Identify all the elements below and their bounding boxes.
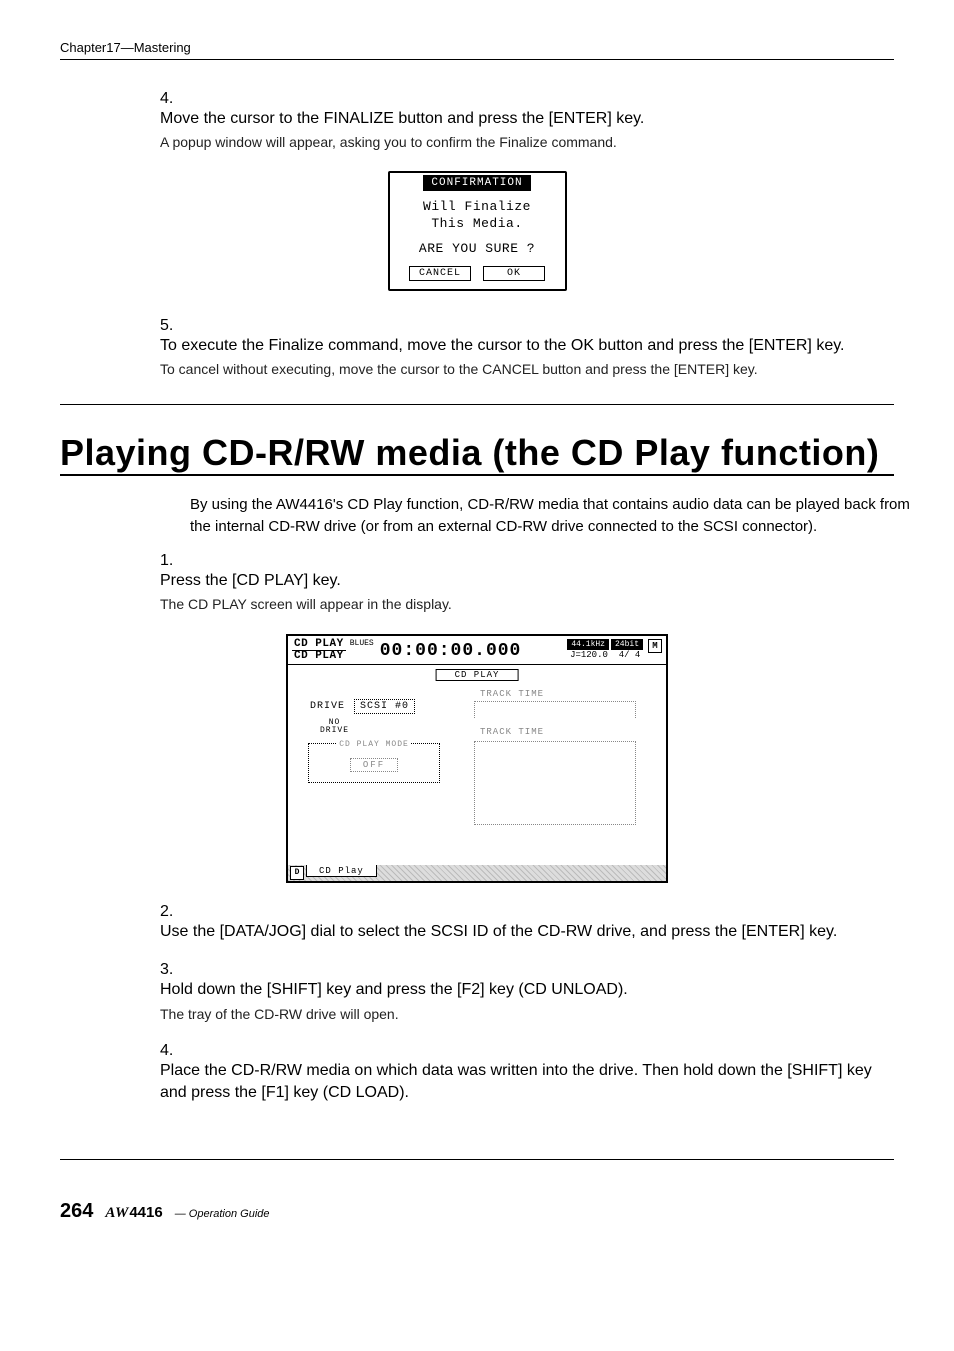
step-subtext: To cancel without executing, move the cu… [160, 360, 880, 380]
chapter-header: Chapter17—Mastering [60, 40, 894, 55]
footer-rule [60, 1159, 894, 1160]
bitdepth-badge: 24bit [611, 639, 643, 650]
step-b4: 4. Place the CD-R/RW media on which data… [160, 1042, 894, 1105]
drive-label: DRIVE [310, 701, 345, 712]
step-number: 4. [160, 90, 188, 108]
scsi-id-field[interactable]: SCSI #0 [354, 699, 415, 714]
track-header-2: TRACK TIME [480, 727, 544, 737]
guide-label: — Operation Guide [175, 1208, 270, 1220]
section-bottom-rule [60, 474, 894, 476]
mode-off-button[interactable]: OFF [350, 758, 398, 772]
section-title: Playing CD-R/RW media (the CD Play funct… [60, 433, 894, 473]
mode-title: CD PLAY MODE [337, 740, 411, 749]
dialog-line-1: Will Finalize [423, 199, 531, 214]
cd-play-mode-box: CD PLAY MODE OFF [308, 743, 440, 783]
step-heading: Place the CD-R/RW media on which data wa… [160, 1060, 880, 1105]
timesig: 4/ 4 [619, 650, 641, 660]
cancel-button[interactable]: CANCEL [409, 266, 471, 281]
lcd-header: CD PLAY CD PLAY BLUES 00:00:00.000 44.1k… [288, 636, 666, 665]
tempo-line: J=120.0 4/ 4 [567, 650, 643, 660]
dialog-message: Will Finalize This Media. [398, 199, 557, 233]
step-subtext: The tray of the CD-RW drive will open. [160, 1005, 880, 1025]
step-number: 5. [160, 317, 188, 335]
step-b2: 2. Use the [DATA/JOG] dial to select the… [160, 903, 894, 943]
confirmation-dialog: CONFIRMATION Will Finalize This Media. A… [388, 171, 567, 291]
step-b3: 3. Hold down the [SHIFT] key and press t… [160, 961, 894, 1024]
step-heading: Hold down the [SHIFT] key and press the … [160, 979, 880, 1001]
lcd-footer: D CD Play [288, 865, 666, 881]
product-logo: AW4416 [105, 1204, 162, 1222]
dialog-figure: CONFIRMATION Will Finalize This Media. A… [60, 171, 894, 291]
step-heading: To execute the Finalize command, move th… [160, 335, 880, 357]
dialog-prompt: ARE YOU SURE ? [398, 241, 557, 258]
m-icon: M [648, 639, 662, 653]
step-5: 5. To execute the Finalize command, move… [160, 317, 894, 380]
logo-aw: AW [105, 1205, 129, 1221]
step-number: 1. [160, 552, 188, 570]
page-number: 264 [60, 1200, 93, 1223]
step-number: 3. [160, 961, 188, 979]
step-number: 2. [160, 903, 188, 921]
lcd-body: CD PLAY DRIVE SCSI #0 NO DRIVE CD PLAY M… [288, 665, 666, 865]
step-b1: 1. Press the [CD PLAY] key. The CD PLAY … [160, 552, 894, 615]
step-4: 4. Move the cursor to the FINALIZE butto… [160, 90, 894, 153]
song-name: BLUES [350, 639, 374, 648]
step-subtext: The CD PLAY screen will appear in the di… [160, 595, 880, 615]
samplerate-badge: 44.1kHz [567, 639, 609, 650]
section-top-rule [60, 404, 894, 405]
ok-button[interactable]: OK [483, 266, 545, 281]
step-number: 4. [160, 1042, 188, 1060]
doc-icon: D [290, 866, 304, 880]
section-intro: By using the AW4416's CD Play function, … [190, 494, 910, 538]
no-drive-2: DRIVE [320, 726, 349, 735]
timecode: 00:00:00.000 [380, 641, 522, 661]
screen-name-2: CD PLAY [292, 651, 346, 662]
track-list-top [474, 701, 636, 718]
screen-name: CD PLAY CD PLAY [292, 639, 346, 662]
tempo: J=120.0 [570, 650, 608, 660]
step-subtext: A popup window will appear, asking you t… [160, 133, 880, 153]
lcd-figure: CD PLAY CD PLAY BLUES 00:00:00.000 44.1k… [60, 633, 894, 883]
cd-play-screen: CD PLAY CD PLAY BLUES 00:00:00.000 44.1k… [286, 634, 668, 883]
logo-4416: 4416 [129, 1204, 162, 1221]
track-header-1: TRACK TIME [480, 689, 544, 699]
drive-row: DRIVE SCSI #0 [310, 699, 415, 714]
page-footer: 264 AW4416 — Operation Guide [60, 1200, 894, 1223]
cd-play-tab-label: CD PLAY [436, 669, 519, 681]
header-rule [60, 59, 894, 60]
step-heading: Use the [DATA/JOG] dial to select the SC… [160, 921, 880, 943]
status-area: 44.1kHz 24bit J=120.0 4/ 4 M [567, 639, 662, 660]
step-heading: Press the [CD PLAY] key. [160, 570, 880, 592]
screen-name-1: CD PLAY [292, 639, 346, 651]
step-heading: Move the cursor to the FINALIZE button a… [160, 108, 880, 130]
no-drive-label: NO DRIVE [320, 719, 349, 735]
dialog-line-2: This Media. [431, 216, 522, 231]
track-list-main [474, 741, 636, 825]
footer-tab-cdplay[interactable]: CD Play [306, 865, 377, 877]
dialog-title: CONFIRMATION [423, 175, 530, 191]
